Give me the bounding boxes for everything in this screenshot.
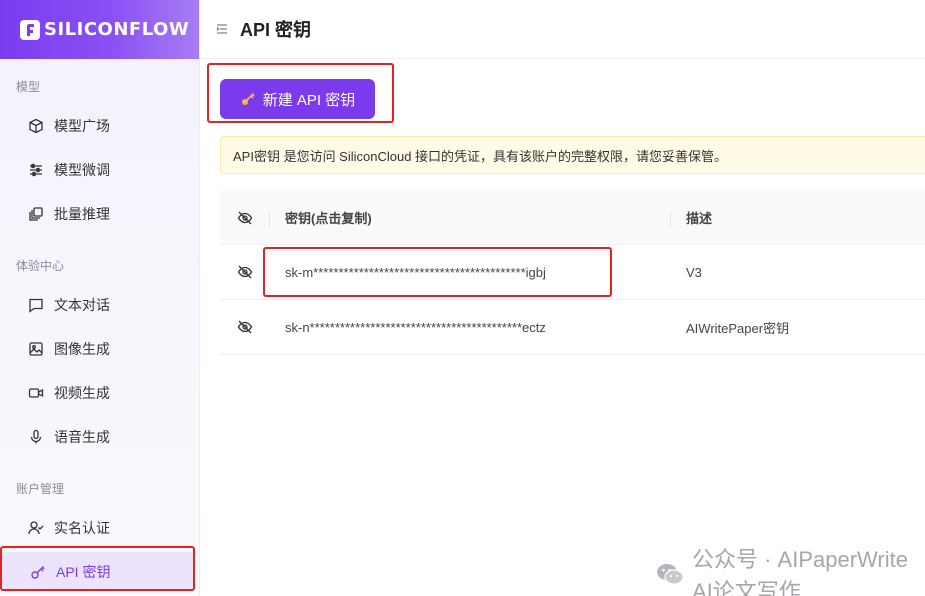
siliconflow-logo-icon — [20, 19, 40, 40]
api-key-description: V3 — [686, 264, 702, 280]
eye-off-icon — [237, 265, 252, 279]
sidebar-item-label: 模型微调 — [54, 162, 110, 178]
api-key-value[interactable]: sk-m************************************… — [269, 265, 670, 280]
sidebar-item-text-chat[interactable]: 文本对话 — [0, 285, 200, 325]
sidebar-item-label: API 密钥 — [56, 564, 111, 580]
sidebar-item-api-keys[interactable]: API 密钥 — [2, 552, 194, 592]
api-keys-table: 密钥(点击复制) 描述 sk-m************************… — [220, 191, 925, 355]
sidebar-item-label: 视频生成 — [54, 385, 110, 401]
topbar: API 密钥 — [200, 0, 925, 59]
cube-icon — [27, 117, 45, 135]
api-key-description: AIWritePaper密钥 — [686, 320, 790, 336]
key-icon — [29, 563, 47, 581]
table-header: 密钥(点击复制) 描述 — [220, 191, 925, 245]
microphone-icon — [27, 428, 45, 446]
page-title: API 密钥 — [240, 20, 312, 40]
sidebar-item-label: 模型广场 — [54, 118, 110, 134]
sidebar-item-label: 文本对话 — [54, 297, 110, 313]
column-header-key: 密钥(点击复制) — [269, 208, 670, 227]
watermark: 公众号 · AIPaperWrite AI论文写作 — [656, 542, 925, 596]
new-api-key-label: 新建 API 密钥 — [262, 91, 356, 109]
logo-text: SILICONFLOW — [44, 19, 190, 40]
toggle-visibility[interactable] — [220, 264, 269, 280]
sidebar-item-batch-inference[interactable]: 批量推理 — [0, 194, 200, 234]
section-label-account: 账户管理 — [16, 482, 65, 496]
sidebar: SILICONFLOW 模型 模型广场 模型微调 批量推理 体验中心 文本对话 … — [0, 0, 200, 596]
table-row: sk-m************************************… — [220, 245, 925, 300]
logo-bar[interactable]: SILICONFLOW — [0, 0, 199, 59]
sidebar-item-fine-tune[interactable]: 模型微调 — [0, 150, 200, 190]
section-label-playground: 体验中心 — [16, 259, 65, 273]
column-header-description: 描述 — [670, 208, 712, 227]
app-root: SILICONFLOW 模型 模型广场 模型微调 批量推理 体验中心 文本对话 … — [0, 0, 925, 596]
sidebar-item-verification[interactable]: 实名认证 — [0, 508, 200, 548]
sidebar-item-video-gen[interactable]: 视频生成 — [0, 373, 200, 413]
section-label-models: 模型 — [16, 80, 41, 94]
image-icon — [27, 340, 45, 358]
layers-icon — [27, 205, 45, 223]
sidebar-item-label: 语音生成 — [54, 429, 110, 445]
sidebar-item-label: 图像生成 — [54, 341, 110, 357]
toggle-visibility[interactable] — [220, 319, 269, 335]
api-key-value[interactable]: sk-n************************************… — [269, 320, 670, 335]
notice-text: API密钥 是您访问 SiliconCloud 接口的凭证，具有该账户的完整权限… — [233, 148, 728, 164]
main-content: API 密钥 新建 API 密钥 API密钥 是您访问 SiliconCloud… — [200, 0, 925, 596]
eye-off-icon — [237, 211, 252, 224]
chat-icon — [27, 296, 45, 314]
video-icon — [27, 384, 45, 402]
eye-off-icon — [237, 320, 252, 334]
new-api-key-button[interactable]: 新建 API 密钥 — [220, 79, 375, 119]
watermark-text: 公众号 · AIPaperWrite AI论文写作 — [692, 547, 908, 596]
toggle-all-visibility[interactable] — [220, 210, 269, 226]
sidebar-item-label: 实名认证 — [54, 520, 110, 536]
key-icon — [240, 91, 256, 107]
sidebar-item-image-gen[interactable]: 图像生成 — [0, 329, 200, 369]
notice-banner: API密钥 是您访问 SiliconCloud 接口的凭证，具有该账户的完整权限… — [220, 136, 925, 174]
sidebar-item-speech-gen[interactable]: 语音生成 — [0, 417, 200, 457]
sliders-icon — [27, 161, 45, 179]
sidebar-item-model-square[interactable]: 模型广场 — [0, 106, 200, 146]
table-row: sk-n************************************… — [220, 300, 925, 355]
menu-collapse-icon[interactable] — [216, 23, 228, 35]
user-check-icon — [27, 519, 45, 537]
wechat-icon — [656, 562, 684, 586]
sidebar-item-label: 批量推理 — [54, 206, 110, 222]
